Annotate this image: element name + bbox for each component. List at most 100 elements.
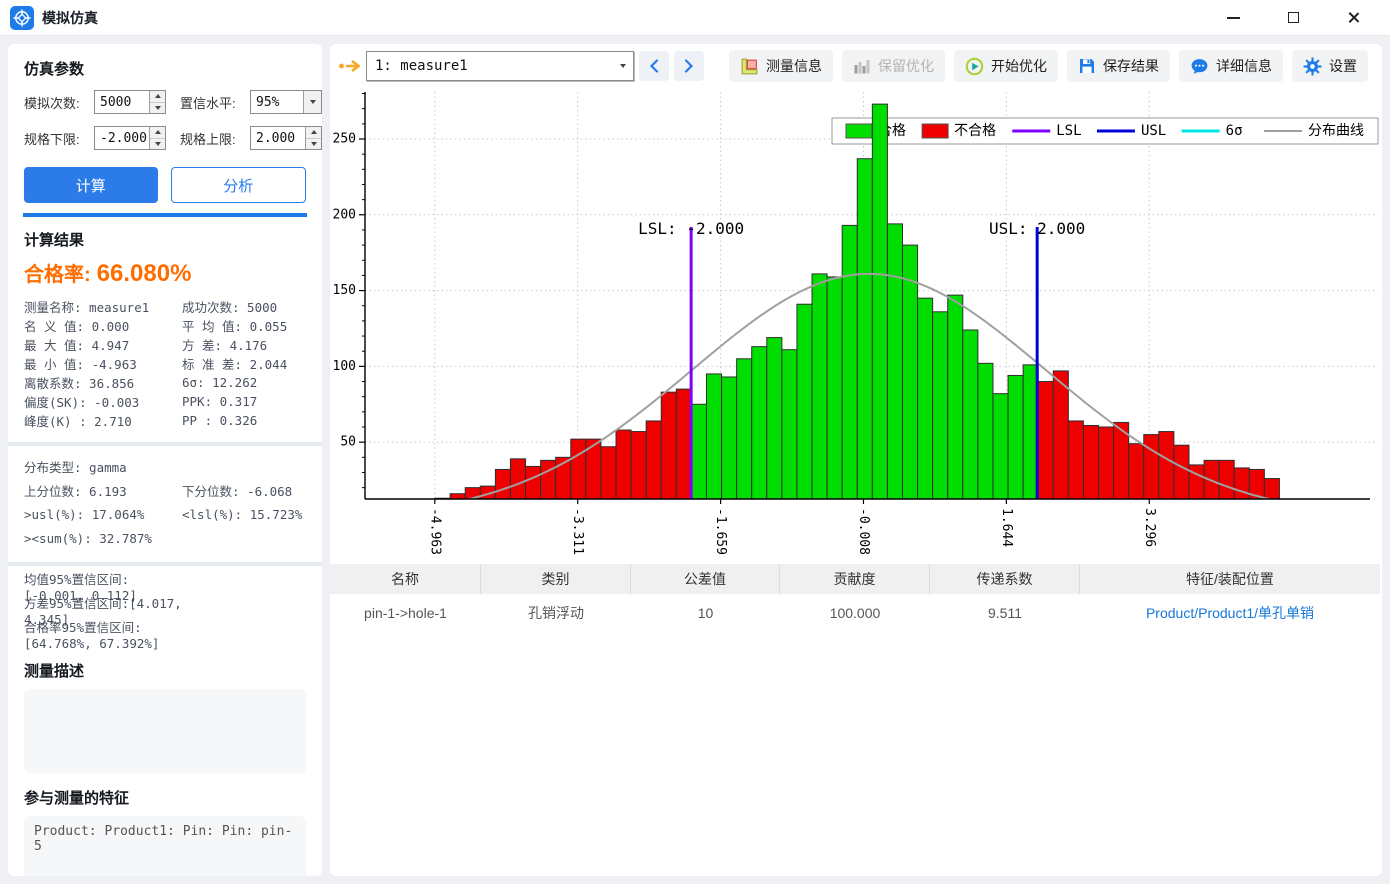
- spec-lower-limit-spinner[interactable]: -2.000: [94, 126, 166, 150]
- bar-chart-icon: [853, 57, 871, 75]
- close-button[interactable]: [1340, 5, 1366, 31]
- spec-upper-limit-spinner[interactable]: 2.000: [250, 126, 322, 150]
- histogram-bar: [1038, 382, 1053, 499]
- minimize-button[interactable]: [1220, 5, 1246, 31]
- measure-select-value: 1: measure1: [367, 58, 613, 74]
- histogram-bar: [1144, 435, 1159, 499]
- measure-select[interactable]: 1: measure1: [366, 51, 634, 81]
- spec-lower-limit-value: -2.000: [95, 131, 149, 146]
- spin-arrows: [305, 127, 321, 149]
- y-tick-label: 250: [333, 131, 356, 146]
- calculate-button[interactable]: 计算: [24, 167, 158, 203]
- analyze-button[interactable]: 分析: [171, 167, 307, 203]
- stat-text: 最 大 值: 4.947: [24, 335, 182, 354]
- minimize-icon: [1227, 17, 1240, 19]
- histogram-bar: [526, 466, 541, 499]
- spin-arrows: [149, 127, 165, 149]
- x-tick-label: -4.963: [427, 508, 442, 555]
- spin-up-icon[interactable]: [150, 127, 165, 139]
- histogram-bar: [767, 338, 782, 499]
- stat-text: 下分位数: -6.068: [182, 481, 292, 500]
- legend-swatch: [922, 124, 948, 138]
- toolbar-buttons: 测量信息保留优化开始优化保存结果详细信息设置: [729, 50, 1376, 82]
- simulation-count-value: 5000: [95, 95, 149, 110]
- histogram-bar: [1159, 432, 1174, 499]
- chevron-down-icon[interactable]: [613, 52, 633, 80]
- distribution-block: 分布类型: gamma 上分位数: 6.193下分位数: -6.068 >usl(%…: [24, 454, 306, 550]
- stat-text: 名 义 值: 0.000: [24, 316, 182, 335]
- save-icon: [1078, 57, 1096, 75]
- prev-measure-button[interactable]: [639, 51, 669, 81]
- assembly-link[interactable]: Product/Product1/单孔单销: [1080, 594, 1380, 631]
- histogram-bar: [676, 389, 691, 499]
- spin-down-icon[interactable]: [150, 103, 165, 114]
- chevron-down-icon[interactable]: [303, 91, 321, 113]
- x-tick-label: 1.644: [999, 508, 1014, 547]
- ruler-icon: [740, 57, 759, 76]
- spin-down-icon[interactable]: [306, 139, 321, 150]
- start-optimize-button[interactable]: 开始优化: [954, 50, 1058, 82]
- stat-line: 合格率95%置信区间:[64.768%, 67.392%]: [24, 622, 306, 646]
- details-button[interactable]: 详细信息: [1179, 50, 1283, 82]
- histogram-bar: [646, 421, 661, 499]
- chat-icon: [1190, 57, 1209, 76]
- app-window: 模拟仿真 仿真参数 模拟次数:5000置信水平:95%规格下限:-2.000规格…: [0, 0, 1390, 884]
- chevron-right-icon: [684, 59, 694, 73]
- save-results-button[interactable]: 保存结果: [1067, 50, 1170, 82]
- histogram-bar: [1053, 371, 1068, 499]
- measure-desc-box: [24, 689, 306, 773]
- section-divider: [8, 442, 322, 446]
- toolbar: 1: measure1 测量信息保留优化开始优化保存结果详细信息设置: [330, 44, 1382, 88]
- table-cell: 孔销浮动: [481, 594, 631, 631]
- spin-up-icon[interactable]: [150, 91, 165, 103]
- next-measure-button[interactable]: [674, 51, 704, 81]
- histogram-bar: [616, 430, 631, 499]
- gear-icon: [1303, 57, 1322, 76]
- histogram-bar: [706, 374, 721, 499]
- measure-info-button[interactable]: 测量信息: [729, 50, 833, 82]
- legend-label: 不合格: [954, 123, 996, 139]
- features-title: 参与测量的特征: [24, 787, 306, 808]
- histogram-bar: [601, 447, 616, 499]
- maximize-button[interactable]: [1280, 5, 1306, 31]
- histogram-bar: [752, 347, 767, 499]
- histogram-bar: [1234, 468, 1249, 499]
- histogram-bar: [450, 494, 465, 499]
- app-icon: [10, 6, 34, 30]
- histogram-bar: [1129, 444, 1144, 499]
- table-header-cell: 贡献度: [780, 564, 930, 594]
- app-title: 模拟仿真: [42, 8, 98, 28]
- histogram-bar: [691, 404, 706, 499]
- confidence-level-select[interactable]: 95%: [250, 90, 322, 114]
- spin-up-icon[interactable]: [306, 127, 321, 139]
- simulation-count-spinner[interactable]: 5000: [94, 90, 166, 114]
- stat-text: 标 准 差: 2.044: [182, 354, 287, 373]
- settings-button[interactable]: 设置: [1292, 50, 1368, 82]
- table-header-row: 名称类别公差值贡献度传递系数特征/装配位置: [330, 564, 1380, 594]
- table-header-cell: 传递系数: [930, 564, 1080, 594]
- stat-text: 6σ: 12.262: [182, 375, 257, 390]
- table-header-cell: 公差值: [631, 564, 780, 594]
- stat-text: 分布类型: gamma: [24, 457, 182, 476]
- histogram-bar: [1008, 375, 1023, 499]
- stat-text: >usl(%): 17.064%: [24, 507, 182, 522]
- table-cell: 10: [631, 594, 780, 631]
- stat-text: 平 均 值: 0.055: [182, 316, 287, 335]
- stat-text: 测量名称: measure1: [24, 297, 182, 316]
- table-body: pin-1->hole-1孔销浮动10100.0009.511Product/P…: [330, 594, 1380, 631]
- keep-optimize-button[interactable]: 保留优化: [842, 50, 945, 82]
- blue-divider: [23, 213, 307, 217]
- stat-line: 上分位数: 6.193下分位数: -6.068: [24, 478, 306, 502]
- legend-label: 分布曲线: [1308, 123, 1364, 139]
- stat-line: ><sum(%): 32.787%: [24, 526, 306, 550]
- histogram-bar: [797, 304, 812, 499]
- table-cell: 100.000: [780, 594, 930, 631]
- x-tick-label: -0.008: [856, 508, 871, 555]
- stat-line: 名 义 值: 0.000平 均 值: 0.055: [24, 316, 306, 335]
- confidence-level-value: 95%: [251, 95, 303, 110]
- spin-down-icon[interactable]: [150, 139, 165, 150]
- table-header-cell: 特征/装配位置: [1080, 564, 1380, 594]
- features-box: Product: Product1: Pin: Pin: pin-5: [24, 816, 306, 876]
- results-section-title: 计算结果: [24, 229, 306, 250]
- title-bar: 模拟仿真: [0, 0, 1390, 36]
